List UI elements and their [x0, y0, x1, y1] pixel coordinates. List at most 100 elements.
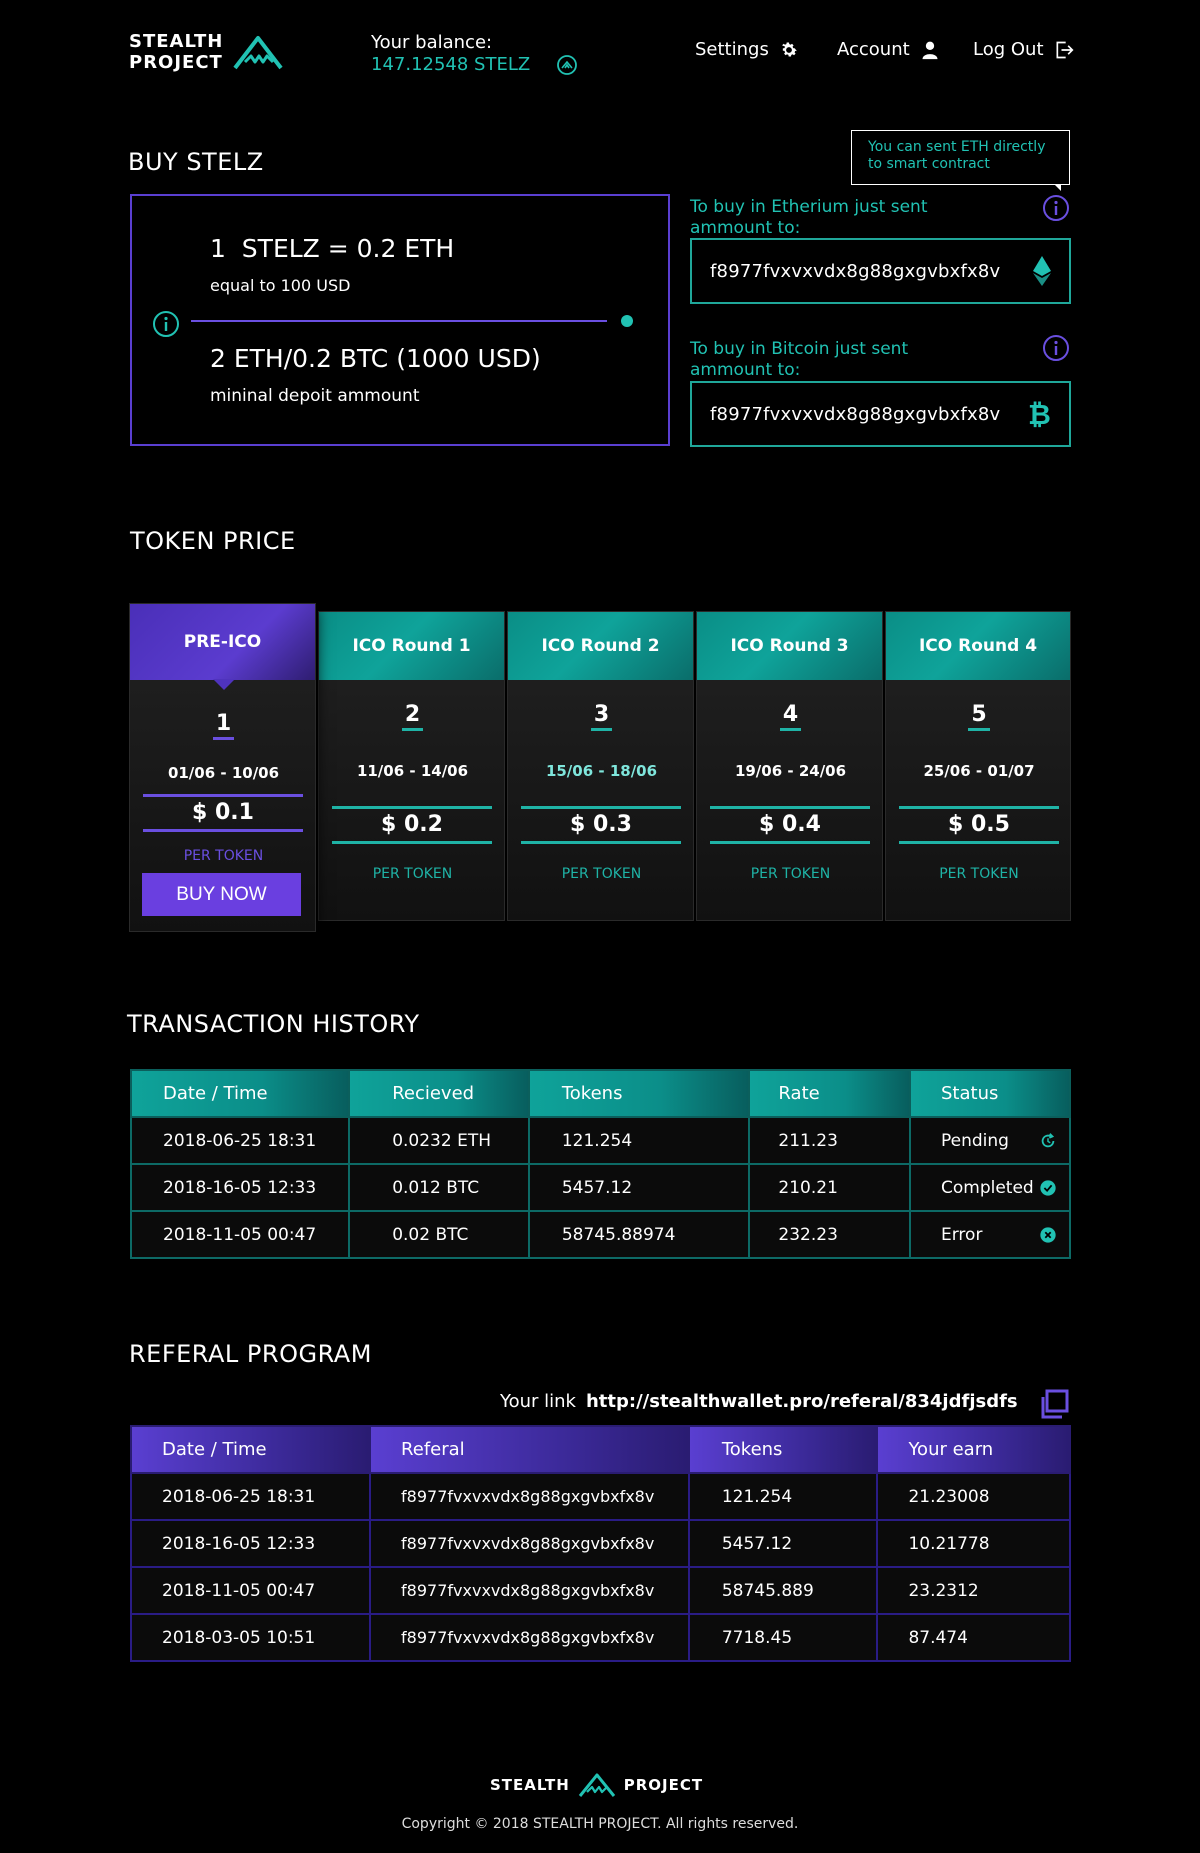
nav-logout[interactable]: Log Out: [973, 39, 1074, 60]
round-card-header: ICO Round 2: [508, 612, 693, 680]
table-row[interactable]: 2018-16-05 12:33 f8977fvxvxvdx8g88gxgvbx…: [129, 1519, 1071, 1568]
round-card-header: PRE-ICO: [130, 604, 315, 680]
cell-earn: 87.474: [876, 1613, 1071, 1662]
round-card-2[interactable]: ICO Round 2 3 15/06 - 18/06 $ 0.3 PER TO…: [507, 611, 694, 921]
info-icon[interactable]: [152, 310, 180, 338]
status-text: Completed: [941, 1177, 1034, 1198]
cell-received: 0.02 BTC: [348, 1210, 530, 1259]
nav-settings[interactable]: Settings: [695, 39, 799, 60]
cell-tokens: 58745.889: [687, 1566, 879, 1615]
balance-value: 147.12548 STELZ: [371, 54, 531, 75]
cell-date: 2018-16-05 12:33: [129, 1163, 351, 1212]
cell-tokens: 58745.88974: [527, 1210, 751, 1259]
info-icon[interactable]: [1042, 334, 1070, 362]
column-header[interactable]: Referal: [369, 1425, 690, 1474]
referral-link-value[interactable]: http://stealthwallet.pro/referal/834jdfj…: [586, 1391, 1018, 1412]
logout-icon: [1056, 41, 1074, 58]
footer-logo-right: PROJECT: [623, 1776, 704, 1794]
round-card-arrow: [213, 679, 235, 690]
eth-address[interactable]: f8977fvxvxvdx8g88gxgvbxfx8v: [710, 261, 1000, 282]
column-header[interactable]: Date / Time: [129, 1069, 351, 1118]
table-row[interactable]: 2018-11-05 00:47 f8977fvxvxvdx8g88gxgvbx…: [129, 1566, 1071, 1615]
cell-status: Error: [909, 1210, 1071, 1259]
column-header[interactable]: Recieved: [348, 1069, 530, 1118]
table-row[interactable]: 2018-16-05 12:33 0.012 BTC 5457.12 210.2…: [129, 1163, 1071, 1212]
transactions-table: Date / Time Recieved Tokens Rate Status …: [129, 1069, 1071, 1259]
column-header[interactable]: Status: [909, 1069, 1071, 1118]
cell-tokens: 121.254: [527, 1116, 751, 1165]
referral-title: REFERAL PROGRAM: [129, 1340, 372, 1368]
cell-earn: 21.23008: [876, 1472, 1071, 1521]
table-row[interactable]: 2018-06-25 18:31 0.0232 ETH 121.254 211.…: [129, 1116, 1071, 1165]
buy-now-button[interactable]: BUY NOW: [142, 873, 301, 916]
rate-line: 1 STELZ = 0.2 ETH: [210, 234, 455, 263]
eth-tooltip: You can sent ETH directly to smart contr…: [851, 130, 1070, 185]
round-dates: 25/06 - 01/07: [923, 762, 1035, 780]
tooltip-arrow: [1054, 184, 1061, 191]
error-icon: [1040, 1226, 1056, 1243]
footer-copyright: Copyright © 2018 STEALTH PROJECT. All ri…: [401, 1816, 799, 1832]
eth-address-box[interactable]: f8977fvxvxvdx8g88gxgvbxfx8v: [690, 238, 1071, 304]
table-row[interactable]: 2018-03-05 10:51 f8977fvxvxvdx8g88gxgvbx…: [129, 1613, 1071, 1662]
round-card-1[interactable]: ICO Round 1 2 11/06 - 14/06 $ 0.2 PER TO…: [318, 611, 505, 921]
cell-tokens: 5457.12: [687, 1519, 879, 1568]
footer-logo: STEALTH PROJECT: [490, 1772, 703, 1798]
cell-date: 2018-11-05 00:47: [129, 1566, 372, 1615]
header-logo[interactable]: STEALTH PROJECT: [129, 31, 283, 73]
cell-date: 2018-06-25 18:31: [129, 1116, 351, 1165]
nav-settings-label: Settings: [695, 39, 769, 60]
round-number-value: 3: [590, 702, 613, 731]
cell-earn: 23.2312: [876, 1566, 1071, 1615]
referral-table: Date / Time Referal Tokens Your earn 201…: [129, 1425, 1071, 1662]
cell-rate: 232.23: [748, 1210, 911, 1259]
referral-link-label: Your link: [500, 1391, 576, 1412]
cell-date: 2018-11-05 00:47: [129, 1210, 351, 1259]
round-card-header: ICO Round 4: [886, 612, 1070, 680]
rate-box: 1 STELZ = 0.2 ETH equal to 100 USD 2 ETH…: [130, 194, 670, 446]
btc-address[interactable]: f8977fvxvxvdx8g88gxgvbxfx8v: [710, 404, 1000, 425]
nav-logout-label: Log Out: [973, 39, 1044, 60]
round-card-header: ICO Round 3: [697, 612, 882, 680]
status-text: Pending: [941, 1130, 1009, 1151]
cell-status: Completed: [909, 1163, 1071, 1212]
round-price: $ 0.5: [899, 806, 1059, 844]
info-icon[interactable]: [1042, 194, 1070, 222]
column-header[interactable]: Rate: [748, 1069, 911, 1118]
round-price: $ 0.2: [332, 806, 492, 844]
rate-sub: equal to 100 USD: [210, 276, 351, 295]
table-row[interactable]: 2018-06-25 18:31 f8977fvxvxvdx8g88gxgvbx…: [129, 1472, 1071, 1521]
round-per-token: PER TOKEN: [750, 866, 831, 882]
round-card-4[interactable]: ICO Round 4 5 25/06 - 01/07 $ 0.5 PER TO…: [885, 611, 1071, 921]
balance-block: Your balance: 147.12548 STELZ: [371, 32, 578, 76]
round-per-token: PER TOKEN: [372, 866, 453, 882]
copy-icon[interactable]: [1038, 1389, 1070, 1421]
btc-address-box[interactable]: f8977fvxvxvdx8g88gxgvbxfx8v ₿: [690, 381, 1071, 447]
transactions-title: TRANSACTION HISTORY: [127, 1010, 420, 1038]
logo-text: STEALTH PROJECT: [129, 31, 223, 73]
round-card-3[interactable]: ICO Round 3 4 19/06 - 24/06 $ 0.4 PER TO…: [696, 611, 883, 921]
nav-account[interactable]: Account: [837, 39, 940, 60]
btc-label: To buy in Bitcoin just sent ammount to:: [690, 339, 909, 380]
balance-icon[interactable]: [556, 54, 578, 76]
round-number-value: 4: [779, 702, 802, 731]
cell-date: 2018-16-05 12:33: [129, 1519, 372, 1568]
cell-tokens: 5457.12: [527, 1163, 751, 1212]
column-header[interactable]: Tokens: [687, 1425, 879, 1474]
column-header[interactable]: Tokens: [527, 1069, 751, 1118]
cell-received: 0.012 BTC: [348, 1163, 530, 1212]
round-number-value: 1: [212, 711, 235, 740]
column-header[interactable]: Your earn: [876, 1425, 1071, 1474]
logo-mountain-icon: [578, 1773, 615, 1797]
rate-divider-dot: [621, 315, 633, 327]
column-header[interactable]: Date / Time: [129, 1425, 372, 1474]
round-number-value: 5: [968, 702, 990, 731]
cell-status: Pending: [909, 1116, 1071, 1165]
table-row[interactable]: 2018-11-05 00:47 0.02 BTC 58745.88974 23…: [129, 1210, 1071, 1259]
logo-line-2: PROJECT: [129, 52, 223, 73]
rate-divider: [191, 320, 607, 322]
footer-logo-left: STEALTH: [490, 1776, 570, 1794]
round-price: $ 0.1: [143, 794, 303, 832]
round-number-value: 2: [401, 702, 424, 731]
buy-section-title: BUY STELZ: [128, 148, 264, 176]
round-card-pre-ico[interactable]: PRE-ICO 1 01/06 - 10/06 $ 0.1 PER TOKEN …: [129, 603, 316, 932]
